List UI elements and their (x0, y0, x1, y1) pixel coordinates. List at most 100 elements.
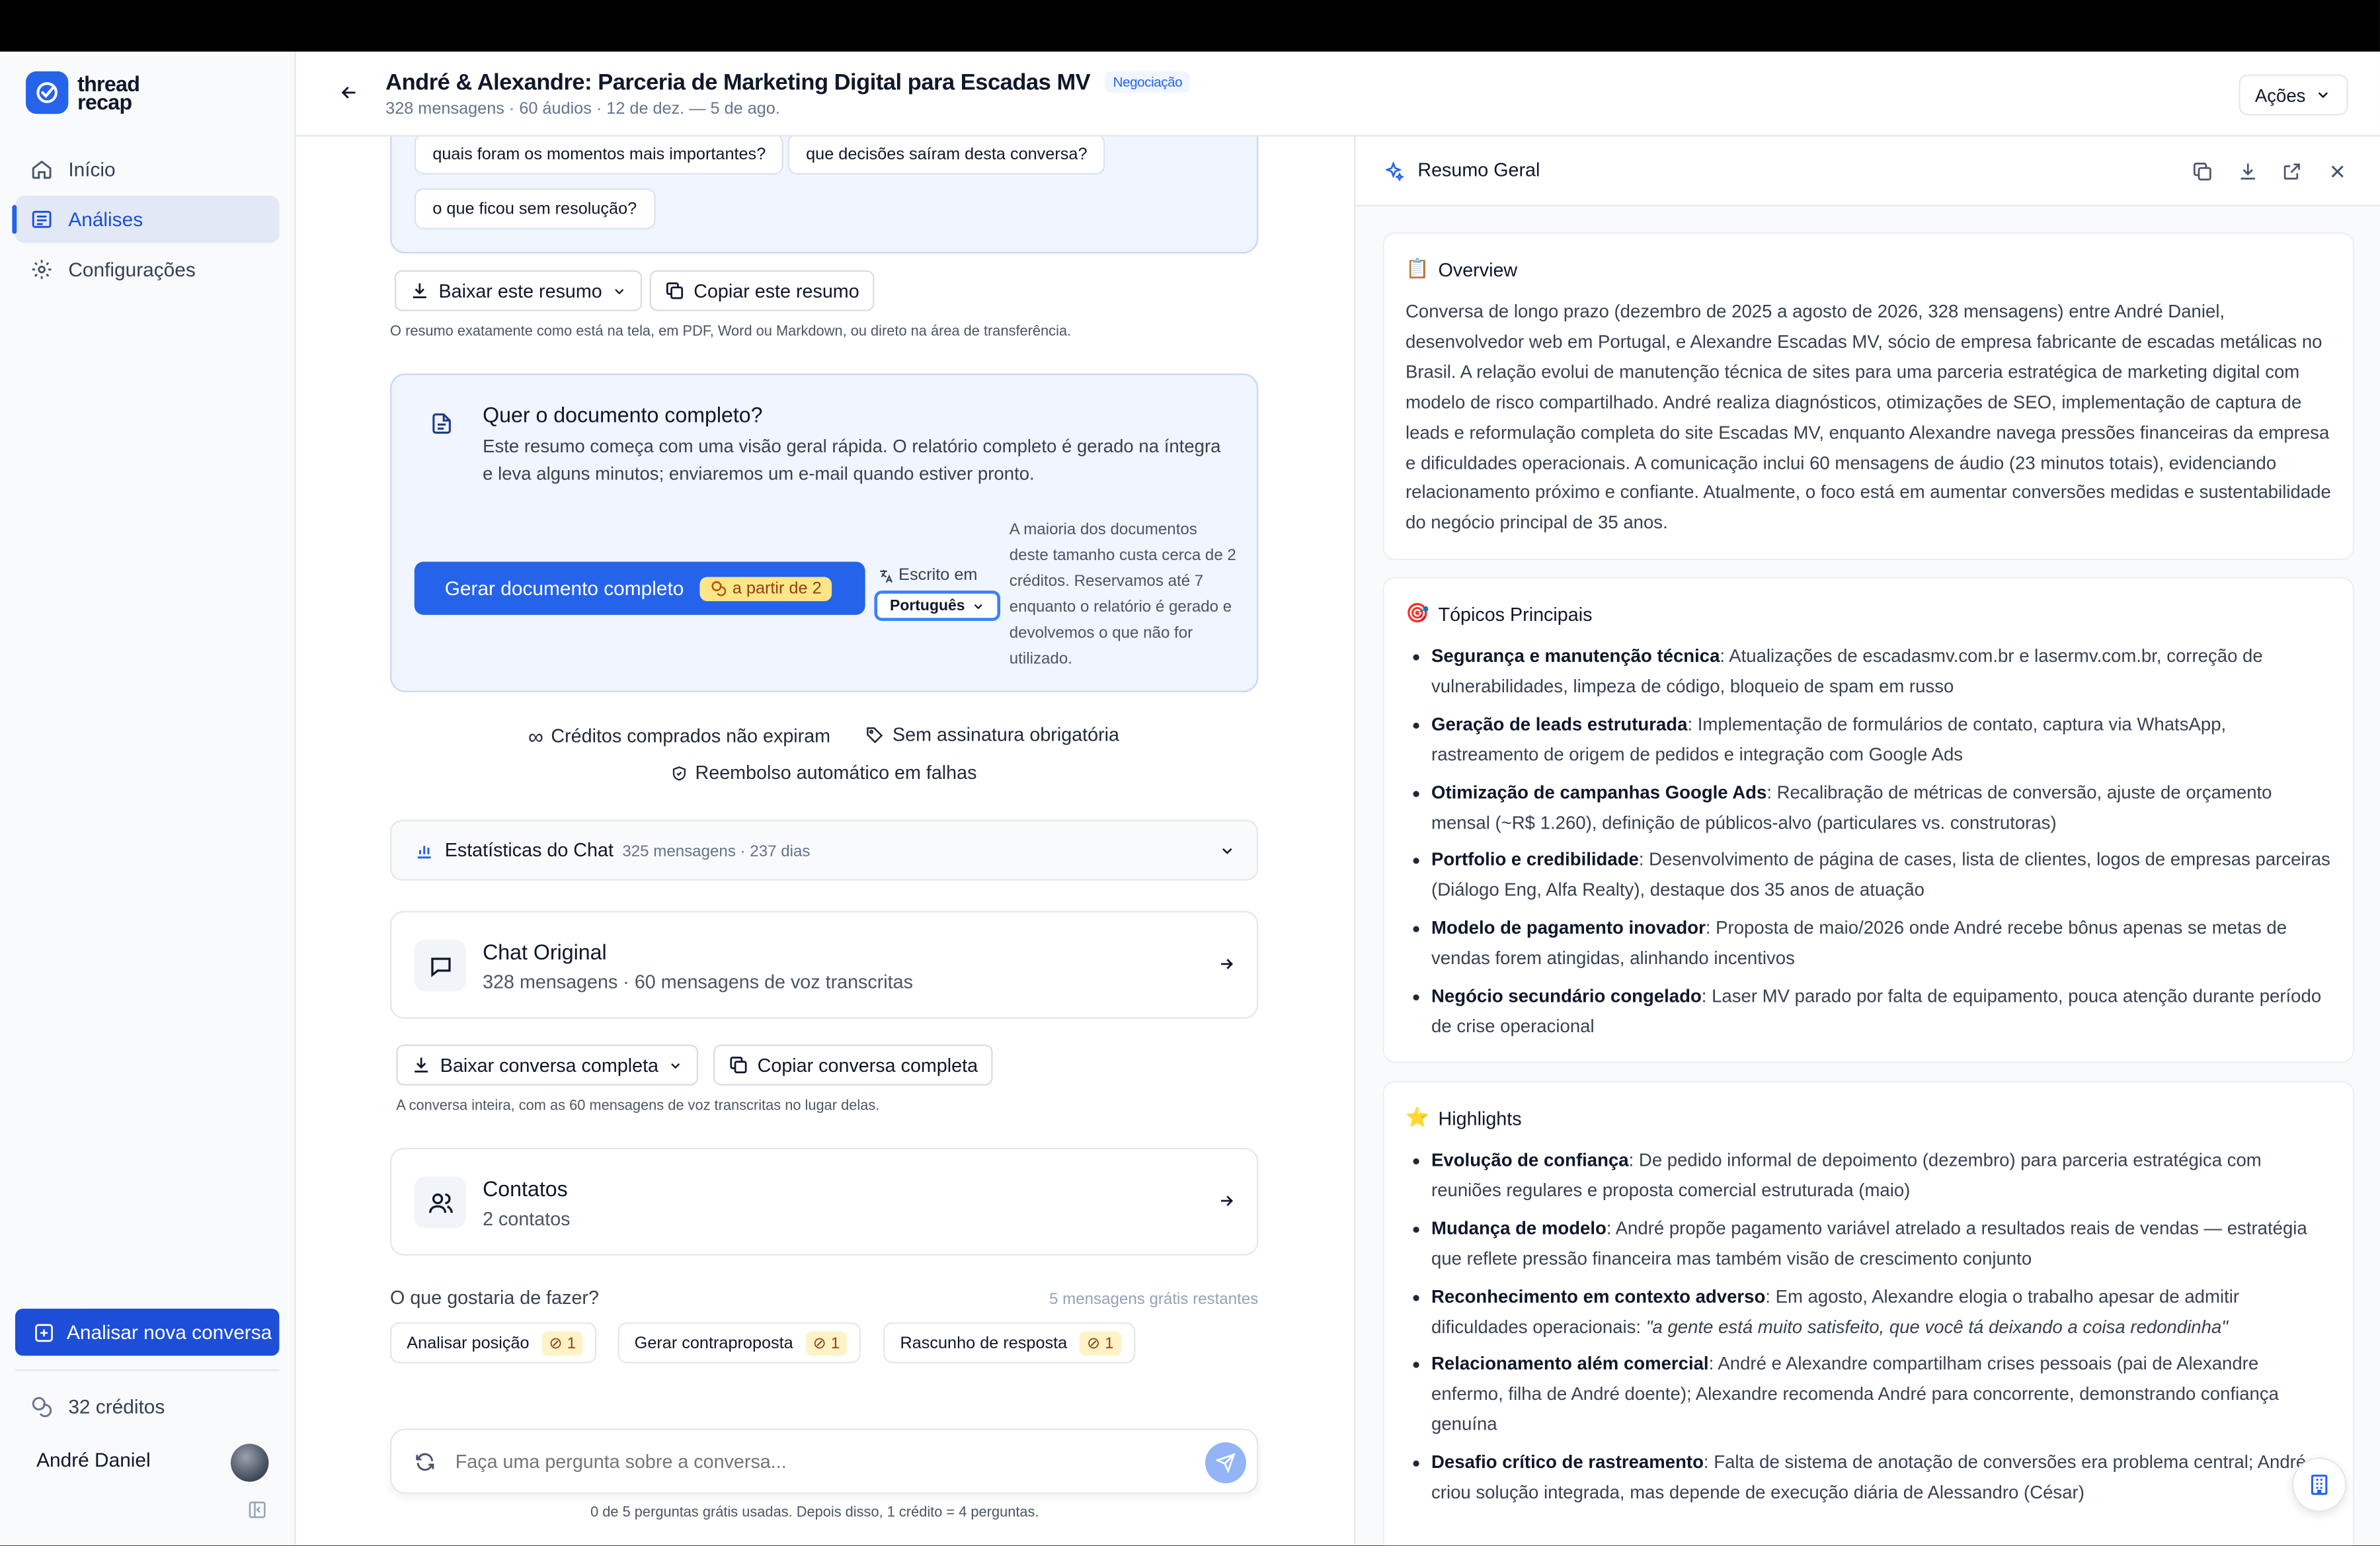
arrow-right-icon (1221, 1196, 1234, 1206)
send-button[interactable] (1205, 1442, 1246, 1484)
action-label: Gerar contraproposta (634, 1333, 793, 1352)
app-window: thread recap Início Análises Configuraçõ… (0, 0, 2380, 1546)
coins-icon: ⊘ (813, 1333, 826, 1352)
sidebar-divider (15, 1369, 280, 1371)
download-icon (415, 1057, 428, 1073)
user-name[interactable]: André Daniel (36, 1448, 151, 1471)
logo-icon (26, 71, 69, 114)
logo-line-2: recap (77, 89, 132, 114)
download-summary-button[interactable]: Baixar este resumo (394, 270, 642, 311)
chevron-down-icon (2318, 92, 2328, 99)
shield-icon (672, 765, 686, 780)
status-badge: Negociação (1105, 71, 1190, 93)
action-rascunho-resposta[interactable]: Rascunho de resposta ⊘ 1 (883, 1322, 1135, 1363)
topic-heading: Modelo de pagamento inovador (1431, 917, 1706, 939)
highlight-heading: Mudança de modelo (1431, 1217, 1606, 1239)
generate-document-button[interactable]: Gerar documento completo a partir de 2 (414, 561, 865, 615)
language-select[interactable]: Português (874, 590, 1000, 622)
chat-stats-title: Estatísticas do Chat (444, 839, 614, 861)
target-icon: 🎯 (1406, 602, 1429, 624)
users-icon (414, 1176, 466, 1229)
analyze-new-button[interactable]: Analisar nova conversa (15, 1309, 280, 1356)
infinity-icon: ∞ (528, 724, 543, 749)
contacts-title: Contatos (483, 1176, 568, 1201)
chevron-down-icon (1222, 848, 1232, 854)
next-actions-question: O que gostaria de fazer? (390, 1287, 599, 1309)
logo[interactable]: thread recap (26, 71, 140, 114)
avatar[interactable] (230, 1444, 269, 1482)
actions-dropdown[interactable]: Ações (2238, 74, 2348, 116)
analyze-new-label: Analisar nova conversa (67, 1321, 272, 1344)
sidebar: thread recap Início Análises Configuraçõ… (0, 52, 296, 1546)
clipboard-icon: 📋 (1406, 258, 1429, 280)
close-icon[interactable] (2327, 161, 2348, 182)
action-label: Analisar posição (407, 1333, 530, 1352)
tag-icon (867, 726, 883, 743)
collapse-sidebar-icon[interactable] (247, 1500, 267, 1520)
highlight-quote: "a gente está muito satisfeito, que você… (1646, 1315, 2229, 1337)
page-header: André & Alexandre: Parceria de Marketing… (296, 52, 2380, 137)
perk-label: Sem assinatura obrigatória (892, 724, 1119, 746)
topics-title: Tópicos Principais (1438, 603, 1593, 625)
action-analisar-posicao[interactable]: Analisar posição ⊘ 1 (390, 1322, 598, 1363)
cost-value: 1 (1105, 1333, 1114, 1352)
sidebar-item-label: Início (68, 157, 116, 181)
sidebar-item-configuracoes[interactable]: Configurações (15, 246, 279, 293)
free-messages-remaining: 5 mensagens grátis restantes (1049, 1290, 1259, 1309)
chat-original-title: Chat Original (483, 940, 607, 964)
sidebar-nav: Início Análises Configurações (12, 145, 280, 296)
sidebar-item-inicio[interactable]: Início (15, 145, 279, 192)
contacts-subtitle: 2 contatos (483, 1208, 571, 1230)
external-link-icon[interactable] (2281, 161, 2303, 182)
chat-original-subtitle: 328 mensagens · 60 mensagens de voz tran… (483, 971, 913, 993)
sidebar-item-analises[interactable]: Análises (12, 196, 280, 243)
coins-icon (711, 581, 726, 596)
coins-icon (32, 1397, 52, 1418)
suggestion-chip[interactable]: que decisões saíram desta conversa? (787, 136, 1106, 175)
chat-stats-accordion[interactable]: Estatísticas do Chat 325 mensagens · 237… (390, 819, 1259, 881)
topic-heading: Segurança e manutenção técnica (1431, 645, 1720, 667)
cost-badge: ⊘ 1 (541, 1330, 584, 1356)
credits-counter[interactable]: 32 créditos (30, 1395, 165, 1418)
highlights-list: Evolução de confiança: De pedido informa… (1406, 1146, 2334, 1516)
perk-label: Reembolso automático em falhas (695, 762, 977, 784)
ask-input[interactable] (455, 1446, 1184, 1477)
language-select-value: Português (890, 597, 965, 614)
download-conversation-button[interactable]: Baixar conversa completa (396, 1044, 698, 1086)
highlight-heading: Evolução de confiança (1431, 1149, 1629, 1171)
action-gerar-contraproposta[interactable]: Gerar contraproposta ⊘ 1 (617, 1322, 861, 1363)
refresh-icon[interactable] (415, 1451, 436, 1473)
cost-badge: ⊘ 1 (805, 1330, 848, 1356)
download-icon[interactable] (2237, 161, 2258, 182)
copy-icon[interactable] (2192, 161, 2213, 182)
page-title: André & Alexandre: Parceria de Marketing… (385, 70, 1190, 96)
topic-heading: Geração de leads estruturada (1431, 713, 1688, 735)
topics-list: Segurança e manutenção técnica: Atualiza… (1406, 642, 2334, 1050)
perk-no-subscription: Sem assinatura obrigatória (865, 724, 1119, 745)
copy-conversation-button[interactable]: Copiar conversa completa (713, 1044, 994, 1086)
topics-heading: 🎯 Tópicos Principais (1406, 602, 1592, 625)
coins-icon: ⊘ (1087, 1333, 1101, 1352)
full-document-box: Quer o documento completo? Este resumo c… (390, 373, 1259, 692)
highlight-heading: Relacionamento além comercial (1431, 1353, 1709, 1375)
contacts-card[interactable]: Contatos 2 contatos (390, 1147, 1259, 1256)
cost-value: 1 (830, 1333, 840, 1352)
floating-building-button[interactable] (2291, 1457, 2347, 1512)
perk-label: Créditos comprados não expiram (551, 725, 831, 747)
download-conversation-label: Baixar conversa completa (440, 1054, 659, 1076)
chat-original-card[interactable]: Chat Original 328 mensagens · 60 mensage… (390, 911, 1259, 1019)
copy-summary-button[interactable]: Copiar este resumo (649, 270, 875, 311)
translate-icon (880, 569, 893, 583)
suggestion-chip[interactable]: quais foram os momentos mais importantes… (414, 136, 784, 175)
language-label-text: Escrito em (898, 566, 978, 585)
star-icon: ⭐ (1406, 1106, 1429, 1128)
copy-icon (730, 1057, 747, 1074)
suggestion-chip[interactable]: o que ficou sem resolução? (414, 188, 655, 229)
list-item: Relacionamento além comercial: André e A… (1406, 1350, 2334, 1441)
logo-text: thread recap (77, 73, 140, 114)
arrow-left-icon[interactable] (338, 82, 360, 103)
overview-text: Conversa de longo prazo (dezembro de 202… (1406, 300, 2331, 534)
list-item: Segurança e manutenção técnica: Atualiza… (1406, 642, 2334, 702)
bar-chart-icon (417, 846, 431, 859)
cost-value: 1 (567, 1333, 576, 1352)
